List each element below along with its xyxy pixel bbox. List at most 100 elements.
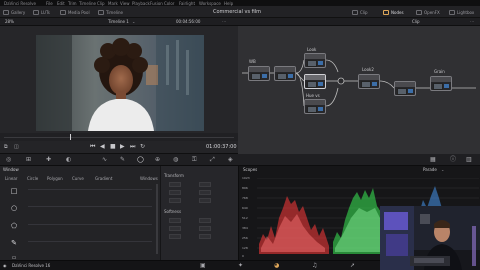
node-editor[interactable]: WB Look Hue vs Look2 Grain — [238, 26, 480, 154]
openfx-button[interactable]: OpenFX — [416, 9, 440, 15]
3d-icon[interactable]: ◈ — [228, 157, 233, 163]
polygon-window-icon[interactable]: ⬠ — [10, 222, 18, 230]
nodes-button[interactable]: Nodes — [383, 9, 404, 15]
node-03[interactable] — [304, 53, 326, 68]
color-page-icon[interactable]: ◕ — [274, 263, 279, 269]
node-06[interactable] — [358, 74, 380, 89]
inside-field[interactable] — [169, 234, 181, 239]
openfx-icon — [416, 9, 422, 15]
square-window-icon[interactable]: □ — [10, 187, 18, 195]
info-icon[interactable]: ⓘ — [450, 157, 456, 163]
playhead[interactable] — [70, 134, 71, 140]
lightbox-button[interactable]: Lightbox — [449, 9, 474, 15]
node-thumbnail — [361, 81, 371, 88]
play-icon[interactable]: ▶ — [120, 144, 125, 150]
node-02[interactable] — [274, 66, 296, 81]
softness-heading: Softness — [164, 209, 182, 214]
polygon-tool[interactable]: Polygon — [47, 177, 63, 181]
scopes-toggle-icon[interactable]: ▦ — [430, 157, 436, 163]
fusion-page-icon[interactable]: ✦ — [238, 263, 243, 269]
chevron-down-icon[interactable]: ⌄ — [132, 20, 135, 24]
pan-field[interactable] — [169, 190, 181, 195]
opacity-field[interactable] — [199, 198, 211, 203]
play-reverse-icon[interactable]: ◀ — [100, 144, 105, 150]
node-07[interactable] — [394, 81, 416, 96]
outside-field[interactable] — [199, 234, 211, 239]
circle-window-icon[interactable]: ○ — [10, 204, 18, 212]
soft1-field[interactable] — [169, 218, 181, 223]
histogram-icon[interactable]: ▥ — [466, 157, 472, 163]
divider — [28, 206, 152, 207]
clip-button[interactable]: Clip — [352, 9, 368, 15]
windows-label: Windows — [140, 176, 158, 181]
gallery-button[interactable]: Gallery — [3, 9, 25, 15]
viewer-zoom[interactable]: 28% — [5, 20, 14, 24]
node-08[interactable] — [430, 76, 452, 91]
color-wheels-icon[interactable]: ◎ — [6, 157, 11, 163]
tracker-icon[interactable]: ⊕ — [155, 157, 160, 163]
stop-icon[interactable]: ■ — [110, 144, 116, 150]
sizing-icon[interactable]: ⤢ — [210, 157, 215, 163]
window-list-scrollbar[interactable] — [156, 184, 158, 254]
blur-icon[interactable]: ◍ — [173, 157, 178, 163]
node-header — [395, 82, 415, 87]
window-panel: Window Linear Circle Polygon Curve Gradi… — [0, 166, 160, 261]
circle-tool[interactable]: Circle — [27, 177, 38, 181]
scope-mode-dropdown[interactable]: Parade — [423, 168, 437, 172]
divider — [28, 189, 152, 190]
linear-tool[interactable]: Linear — [5, 177, 17, 181]
media-page-icon[interactable]: ▣ — [200, 263, 206, 269]
node-effect-icon — [444, 84, 449, 88]
wipe-icon[interactable]: ◫ — [14, 145, 19, 150]
camera-raw-icon[interactable]: ◐ — [66, 157, 71, 163]
viewer-options-icon[interactable]: ⋯ — [222, 20, 226, 24]
tilt-field[interactable] — [199, 190, 211, 195]
skip-back-icon[interactable]: ⏮ — [90, 144, 95, 150]
key-icon[interactable]: ⚿ — [192, 157, 197, 163]
openfx-label: OpenFX — [424, 9, 440, 15]
viewer-frame[interactable] — [36, 35, 204, 131]
media-pool-button[interactable]: Media Pool — [60, 9, 90, 15]
fairlight-page-icon[interactable]: ♫ — [312, 263, 317, 269]
chevron-down-icon[interactable]: ⌄ — [441, 168, 444, 172]
curve-tool[interactable]: Curve — [72, 177, 84, 181]
timeline-button[interactable]: Timeline — [98, 9, 123, 15]
rotate-field[interactable] — [169, 198, 181, 203]
timeline-icon — [98, 9, 104, 15]
soft3-field[interactable] — [169, 226, 181, 231]
size-field[interactable] — [169, 182, 181, 187]
soft4-field[interactable] — [199, 226, 211, 231]
nodes-icon — [383, 9, 389, 15]
skip-forward-icon[interactable]: ⏭ — [130, 144, 135, 150]
nodes-label: Nodes — [391, 9, 404, 15]
node-effect-icon — [318, 107, 323, 111]
soft2-field[interactable] — [199, 218, 211, 223]
scale-label: 128 — [242, 246, 248, 250]
motion-effects-icon[interactable]: ✚ — [46, 157, 51, 163]
node-04[interactable] — [304, 74, 326, 89]
presenter-webcam-overlay — [380, 206, 480, 270]
timeline-name[interactable]: Timeline 1 — [108, 20, 129, 24]
scope-scale: 1023 896 768 640 512 384 256 128 0 — [242, 177, 256, 258]
luts-button[interactable]: LUTs — [33, 9, 50, 15]
qualifier-icon[interactable]: ✎ — [120, 157, 125, 163]
node-mode-label[interactable]: Clip — [412, 20, 420, 24]
window-properties-panel: Transform Softness — [160, 166, 238, 260]
curves-icon[interactable]: ∿ — [102, 157, 107, 163]
node-options-icon[interactable]: ⋯ — [470, 20, 474, 24]
node-thumbnail — [307, 81, 317, 88]
scale-label: 768 — [242, 196, 248, 200]
node-05[interactable] — [304, 99, 326, 114]
loop-icon[interactable]: ↻ — [140, 144, 145, 150]
pen-window-icon[interactable]: ✎ — [10, 239, 18, 247]
split-screen-icon[interactable]: ⧉ — [4, 145, 8, 150]
node-01[interactable] — [248, 66, 270, 81]
app-version-label: DaVinci Resolve 16 — [12, 263, 51, 268]
viewer-scrubber[interactable] — [0, 133, 238, 141]
transform-heading: Transform — [164, 173, 184, 178]
rgb-mixer-icon[interactable]: ⊞ — [26, 157, 31, 163]
deliver-page-icon[interactable]: ➚ — [350, 263, 355, 269]
aspect-field[interactable] — [199, 182, 211, 187]
gradient-tool[interactable]: Gradient — [95, 177, 112, 181]
window-tool-icon[interactable]: ◯ — [137, 157, 144, 163]
